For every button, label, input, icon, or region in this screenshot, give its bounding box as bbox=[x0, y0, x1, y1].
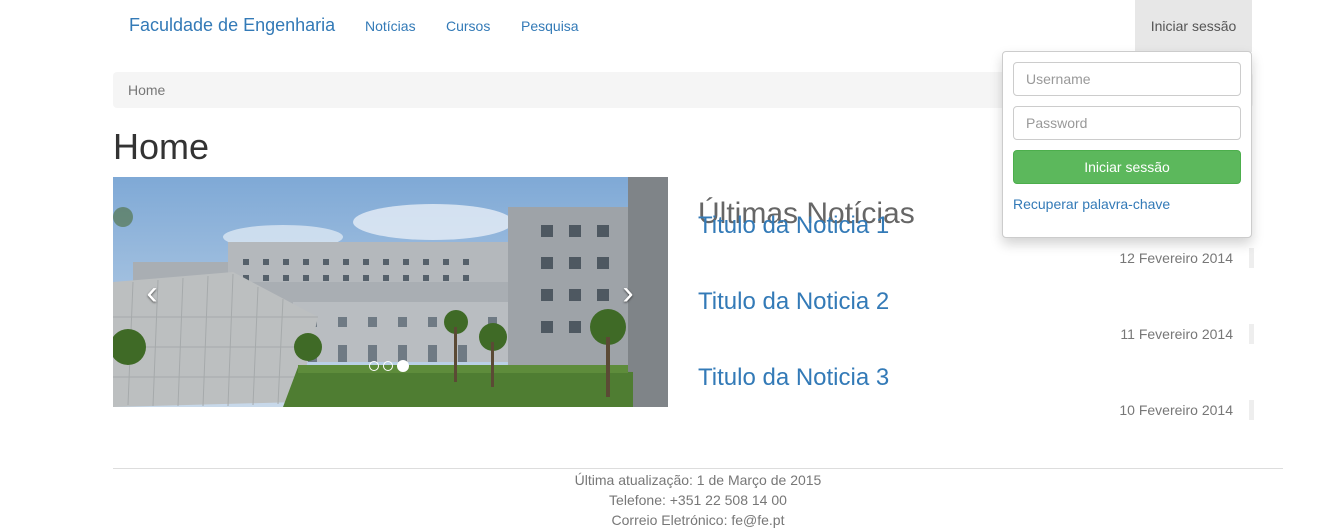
login-menu-toggle[interactable]: Iniciar sessão bbox=[1135, 0, 1252, 52]
breadcrumb-home: Home bbox=[128, 82, 166, 98]
page-footer: Última atualização: 1 de Março de 2015 T… bbox=[0, 470, 1338, 530]
carousel-indicator-3[interactable] bbox=[397, 360, 409, 372]
image-carousel: ‹ › bbox=[113, 177, 668, 407]
carousel-indicator-1[interactable] bbox=[369, 361, 379, 371]
password-field[interactable] bbox=[1013, 106, 1241, 140]
nav-link-cursos[interactable]: Cursos bbox=[446, 18, 490, 34]
page-title: Home bbox=[113, 126, 210, 167]
news-item: Titulo da Noticia 3 10 Fevereiro 2014 bbox=[698, 309, 1254, 420]
news-item: Titulo da Noticia 2 11 Fevereiro 2014 bbox=[698, 233, 1254, 344]
footer-phone: Telefone: +351 22 508 14 00 bbox=[609, 492, 787, 508]
login-dropdown: Iniciar sessão Recuperar palavra-chave bbox=[1002, 51, 1252, 238]
carousel-prev-icon[interactable]: ‹ bbox=[132, 273, 172, 313]
recover-password-link[interactable]: Recuperar palavra-chave bbox=[1013, 196, 1170, 212]
carousel-indicator-2[interactable] bbox=[383, 361, 393, 371]
username-field[interactable] bbox=[1013, 62, 1241, 96]
news-title-link[interactable]: Titulo da Noticia 3 bbox=[698, 364, 889, 392]
nav-link-pesquisa[interactable]: Pesquisa bbox=[521, 18, 579, 34]
carousel-slide-image bbox=[113, 177, 668, 407]
news-date: 10 Fevereiro 2014 bbox=[1119, 400, 1254, 420]
brand-link[interactable]: Faculdade de Engenharia bbox=[129, 15, 335, 36]
nav-link-noticias[interactable]: Notícias bbox=[365, 18, 416, 34]
login-submit-button[interactable]: Iniciar sessão bbox=[1013, 150, 1241, 184]
footer-email: Correio Eletrónico: fe@fe.pt bbox=[611, 512, 785, 528]
footer-divider bbox=[113, 468, 1283, 469]
footer-last-updated: Última atualização: 1 de Março de 2015 bbox=[574, 472, 822, 488]
carousel-indicators bbox=[369, 360, 409, 372]
carousel-next-icon[interactable]: › bbox=[608, 273, 648, 313]
top-navbar: Faculdade de Engenharia Notícias Cursos … bbox=[0, 0, 1338, 52]
